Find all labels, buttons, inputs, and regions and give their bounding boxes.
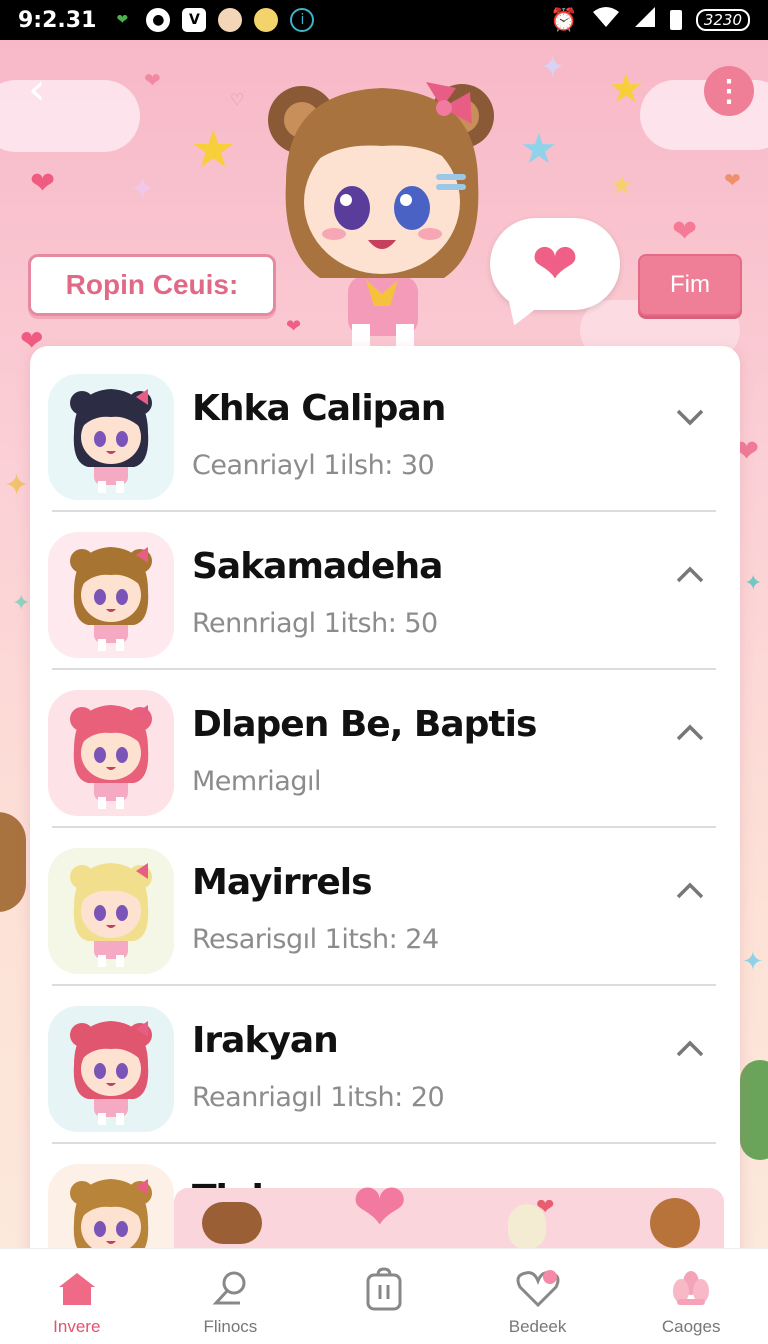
home-icon [54, 1267, 100, 1311]
character-list: Khka Calipan Ceanriayl 1ilsh: 30 Sakamadeh… [30, 346, 740, 1266]
item-subtitle: Resarisgıl 1itsh: 24 [192, 924, 439, 955]
bottom-navigation: Invere Flinocs Bedeek Caoges [0, 1248, 768, 1344]
camera-app-icon: ● [146, 8, 171, 32]
star-icon: ✦ [4, 469, 30, 502]
info-app-icon: i [290, 8, 315, 32]
nav-label: Caoges [661, 1317, 721, 1336]
avatar-app-icon [218, 8, 243, 32]
avatar [48, 532, 174, 658]
flower-icon [668, 1267, 714, 1311]
wifi-icon [592, 6, 620, 34]
chevron-down-icon[interactable] [674, 402, 706, 434]
heart-speech-bubble: ❤ [490, 218, 620, 310]
item-name: Khka Calipan [192, 388, 446, 429]
chevron-up-icon[interactable] [674, 560, 706, 592]
status-time: 9:2.31 [18, 7, 97, 33]
item-subtitle: Reanriagıl 1itsh: 20 [192, 1082, 445, 1113]
alarm-icon: ⏰ [550, 7, 578, 33]
chevron-up-icon[interactable] [674, 718, 706, 750]
list-item[interactable]: Irakyan Reanriagıl 1itsh: 20 [30, 986, 740, 1144]
coin-app-icon [254, 8, 279, 32]
bear-icon [202, 1202, 262, 1244]
star-icon: ★ [610, 170, 634, 200]
nav-label: Invere [53, 1317, 101, 1336]
item-name: Irakyan [192, 1020, 339, 1061]
star-icon: ★ [190, 121, 237, 179]
heart-icon: ❤ [352, 1170, 408, 1244]
system-icons: ⏰ 3230 [550, 6, 750, 34]
list-item[interactable]: Khka Calipan Ceanriayl 1ilsh: 30 [30, 354, 740, 512]
star-icon: ✦ [12, 590, 31, 615]
fim-button[interactable]: Fim [638, 254, 742, 316]
battery-small-icon [669, 10, 682, 30]
heart-icon: ❤ [144, 70, 161, 92]
more-menu-button[interactable]: ⋮ [704, 66, 754, 116]
chevron-up-icon[interactable] [674, 1034, 706, 1066]
nav-label: Bedeek [508, 1317, 567, 1336]
item-subtitle: Rennriagl 1itsh: 50 [192, 608, 438, 639]
bag-icon [361, 1267, 407, 1311]
heart-icon: ♡ [230, 92, 245, 109]
signal-icon [634, 6, 656, 34]
star-icon: ★ [608, 67, 644, 111]
avatar [48, 690, 174, 816]
heart-icon: ❤ [20, 325, 44, 350]
star-icon: ✦ [540, 51, 566, 84]
heart-icon: ❤ [536, 1194, 555, 1219]
nav-item-home[interactable]: Invere [0, 1249, 154, 1344]
heart-icon [515, 1267, 561, 1311]
avatar [48, 848, 174, 974]
search-icon [207, 1267, 253, 1311]
list-item[interactable]: Dlapen Be, Baptis Memriagıl [30, 670, 740, 828]
page-title: Ropin Ceuis: [28, 254, 276, 316]
v-app-icon: V [182, 8, 207, 32]
heart-icon: ❤ [30, 167, 56, 200]
status-bar: 9:2.31 ❤ ● V i ⏰ 3230 [0, 0, 768, 40]
character-peek [0, 812, 26, 912]
cactus-decoration [740, 1060, 768, 1160]
chevron-up-icon[interactable] [674, 876, 706, 908]
item-subtitle: Ceanriayl 1ilsh: 30 [192, 450, 435, 481]
star-icon: ✦ [744, 570, 763, 595]
star-icon: ★ [520, 125, 558, 172]
nav-item-bag[interactable] [307, 1249, 461, 1344]
item-subtitle: Memriagıl [192, 766, 322, 797]
avatar [48, 374, 174, 500]
heart-icon: ❤ [724, 170, 741, 192]
cloud-decoration [0, 80, 140, 152]
battery-indicator: 3230 [695, 9, 750, 31]
avatar [48, 1006, 174, 1132]
nav-label: Flinocs [203, 1317, 258, 1336]
list-item[interactable]: Mayirrels Resarisgıl 1itsh: 24 [30, 828, 740, 986]
header-banner: ★ ★ ★ ★ ✦ ✦ ❤ ❤ ❤ ♡ ❤ ❤ ❤ ‹ ⋮ ❤ Ropin Ce… [0, 40, 768, 350]
mascot-illustration [268, 82, 494, 348]
notification-icons: ❤ ● V i [110, 8, 315, 32]
heart-icon: ❤ [531, 232, 579, 295]
item-name: Sakamadeha [192, 546, 443, 587]
nav-item-favorites[interactable]: Bedeek [461, 1249, 615, 1344]
item-name: Mayirrels [192, 862, 373, 903]
nav-item-categories[interactable]: Caoges [614, 1249, 768, 1344]
leaf-icon: ❤ [116, 12, 129, 28]
heart-icon: ❤ [672, 215, 698, 248]
star-icon: ✦ [130, 173, 156, 206]
nav-item-search[interactable]: Flinocs [154, 1249, 308, 1344]
star-icon: ✦ [742, 946, 764, 976]
list-item[interactable]: Sakamadeha Rennriagl 1itsh: 50 [30, 512, 740, 670]
back-button[interactable]: ‹ [28, 68, 68, 112]
item-name: Dlapen Be, Baptis [192, 704, 537, 745]
character-icon [650, 1198, 700, 1248]
